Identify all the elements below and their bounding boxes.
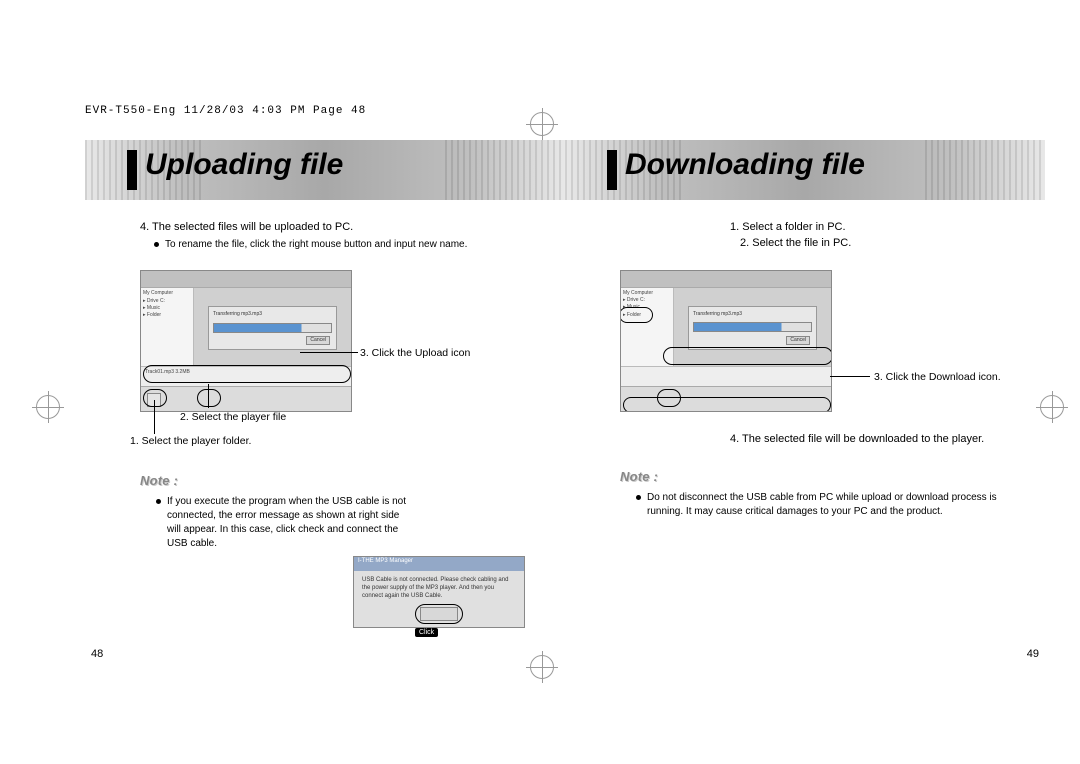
step-text: 4. The selected file will be downloaded … xyxy=(730,432,990,448)
error-dialog: I-THE MP3 Manager USB Cable is not conne… xyxy=(353,556,525,628)
crop-mark-icon xyxy=(530,112,554,136)
callout-download-icon: 3. Click the Download icon. xyxy=(874,370,1001,385)
page-title: Downloading file xyxy=(625,148,865,182)
page-number-right: 49 xyxy=(1027,648,1039,660)
callout-player-folder: 1. Select the player folder. xyxy=(130,434,251,449)
error-title: I-THE MP3 Manager xyxy=(354,557,524,571)
page-right: Downloading file 1. Select a folder in P… xyxy=(565,140,1045,660)
sub-note: To rename the file, click the right mous… xyxy=(154,238,535,253)
crop-mark-icon xyxy=(36,395,60,419)
page-left: Uploading file 4. The selected files wil… xyxy=(85,140,565,660)
error-message: USB Cable is not connected. Please check… xyxy=(354,571,524,606)
page-title: Uploading file xyxy=(145,148,343,182)
header-print-info: EVR-T550-Eng 11/28/03 4:03 PM Page 48 xyxy=(85,105,366,117)
page-number-left: 48 xyxy=(91,648,103,660)
note-label: Note : xyxy=(140,472,535,491)
screenshot-upload: My Computer▸ Drive C:▸ Music▸ Folder Tra… xyxy=(140,270,352,412)
step-text: 1. Select a folder in PC. xyxy=(730,220,1015,236)
click-label: Click xyxy=(415,628,438,637)
callout-player-file: 2. Select the player file xyxy=(180,410,286,425)
note-text: If you execute the program when the USB … xyxy=(156,495,535,551)
page-spread: Uploading file 4. The selected files wil… xyxy=(85,140,1045,660)
callout-upload-icon: 3. Click the Upload icon xyxy=(360,346,470,361)
step-text: 4. The selected files will be uploaded t… xyxy=(140,220,535,236)
step-text: 2. Select the file in PC. xyxy=(740,236,1015,252)
note-text: Do not disconnect the USB cable from PC … xyxy=(636,491,1015,519)
banner-right: Downloading file xyxy=(565,140,1045,200)
banner-left: Uploading file xyxy=(85,140,565,200)
note-label: Note : xyxy=(620,468,1015,487)
screenshot-download: My Computer▸ Drive C:▸ Music▸ Folder Tra… xyxy=(620,270,832,412)
